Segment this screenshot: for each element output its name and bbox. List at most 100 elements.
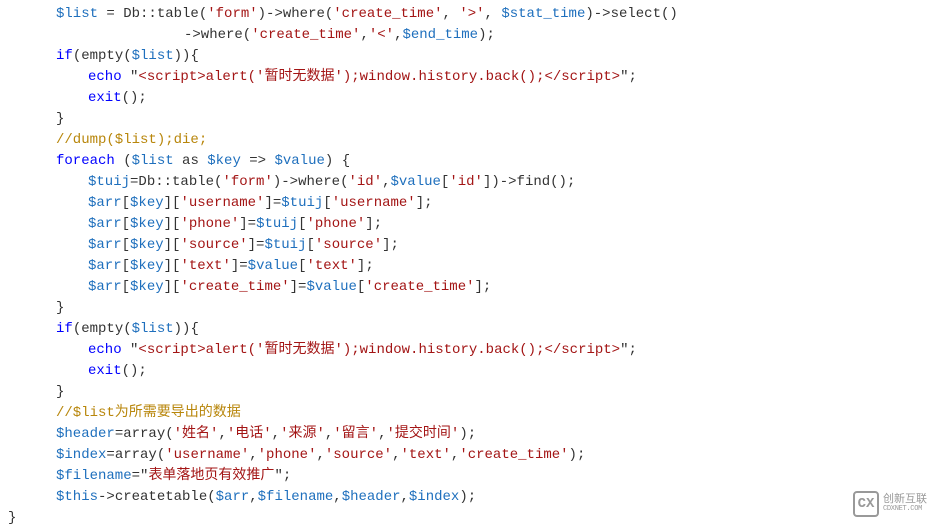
code-line: exit(); <box>8 361 949 382</box>
code-line: foreach ($list as $key => $value) { <box>8 151 949 172</box>
token-op: , <box>333 489 341 505</box>
token-str: '提交时间' <box>387 426 460 442</box>
token-op: , <box>401 489 409 505</box>
code-line: $arr[$key]['create_time']=$value['create… <box>8 277 949 298</box>
token-op: ( <box>115 153 132 169</box>
token-var: $filename <box>258 489 334 505</box>
token-op: , <box>392 447 400 463</box>
token-kw-blue: exit <box>88 90 122 106</box>
token-kw-blue: exit <box>88 363 122 379</box>
code-line: } <box>8 109 949 130</box>
token-var: $key <box>130 216 164 232</box>
token-op: )->where( <box>273 174 349 190</box>
token-op: ]; <box>357 258 374 274</box>
token-op: =" <box>132 468 149 484</box>
token-op: , <box>378 426 386 442</box>
token-str: '>' <box>459 6 484 22</box>
token-var: $key <box>207 153 241 169</box>
token-comment-orange: //dump($list);die; <box>56 132 207 148</box>
token-str: 'form' <box>222 174 272 190</box>
token-op: } <box>8 510 16 526</box>
token-str: <script>alert('暂时无数据');window.history.ba… <box>138 342 620 358</box>
token-op: ); <box>459 489 476 505</box>
code-line: ->where('create_time','<',$end_time); <box>8 25 949 46</box>
code-line: $list = Db::table('form')->where('create… <box>8 4 949 25</box>
token-str: 'text' <box>180 258 230 274</box>
token-op: ][ <box>164 279 181 295</box>
token-str: 'text' <box>401 447 451 463</box>
token-var: $key <box>130 279 164 295</box>
token-var: $tuij <box>256 216 298 232</box>
token-op: as <box>174 153 208 169</box>
token-var: $value <box>306 279 356 295</box>
code-line: } <box>8 298 949 319</box>
token-str: 'phone' <box>180 216 239 232</box>
token-op: [ <box>122 216 130 232</box>
token-kw-blue: echo <box>88 342 122 358</box>
code-line: echo "<script>alert('暂时无数据');window.hist… <box>8 67 949 88</box>
token-op: ]; <box>365 216 382 232</box>
token-str: 'username' <box>165 447 249 463</box>
token-var: $arr <box>88 279 122 295</box>
token-op: [ <box>306 237 314 253</box>
token-var: $list <box>132 153 174 169</box>
token-var: $arr <box>88 195 122 211</box>
token-var: $key <box>130 195 164 211</box>
token-str: 'create_time' <box>333 6 442 22</box>
token-str: 'source' <box>315 237 382 253</box>
code-line: } <box>8 382 949 403</box>
token-var: $arr <box>88 216 122 232</box>
code-line: $filename="表单落地页有效推广"; <box>8 466 949 487</box>
token-var: $this <box>56 489 98 505</box>
token-str: <script>alert('暂时无数据');window.history.ba… <box>138 69 620 85</box>
token-op: => <box>241 153 275 169</box>
token-str: '<' <box>369 27 394 43</box>
token-var: $tuij <box>281 195 323 211</box>
token-op: ->createtable( <box>98 489 216 505</box>
token-op: [ <box>122 195 130 211</box>
token-op: =Db::table( <box>130 174 222 190</box>
token-op: ->where( <box>184 27 251 43</box>
token-str: 'text' <box>307 258 357 274</box>
code-line: $index=array('username','phone','source'… <box>8 445 949 466</box>
token-op: "; <box>620 342 637 358</box>
token-op: (empty( <box>73 321 132 337</box>
token-str: 'username' <box>180 195 264 211</box>
token-str: 'source' <box>180 237 247 253</box>
token-str: 'phone' <box>258 447 317 463</box>
token-op: , <box>360 27 368 43</box>
token-kw-blue: echo <box>88 69 122 85</box>
token-var: $list <box>56 6 98 22</box>
token-op: ]; <box>416 195 433 211</box>
token-var: $end_time <box>402 27 478 43</box>
token-str: 表单落地页有效推广 <box>148 468 274 484</box>
token-str: 'create_time' <box>180 279 289 295</box>
token-op: )){ <box>174 321 199 337</box>
token-var: $list <box>132 48 174 64</box>
code-line: if(empty($list)){ <box>8 319 949 340</box>
token-var: $arr <box>88 258 122 274</box>
token-op: ]= <box>239 216 256 232</box>
token-op: , <box>249 489 257 505</box>
token-op: ]= <box>264 195 281 211</box>
token-str: '电话' <box>227 426 272 442</box>
token-op: ][ <box>164 216 181 232</box>
code-line: $header=array('姓名','电话','来源','留言','提交时间'… <box>8 424 949 445</box>
token-str: 'id' <box>348 174 382 190</box>
token-op: ]= <box>231 258 248 274</box>
code-block: $list = Db::table('form')->where('create… <box>0 4 949 529</box>
token-op: [ <box>122 237 130 253</box>
token-op: )->where( <box>258 6 334 22</box>
token-op: [ <box>122 258 130 274</box>
token-str: 'create_time' <box>251 27 360 43</box>
token-op: [ <box>323 195 331 211</box>
token-op: )->select() <box>585 6 677 22</box>
token-op: ])->find(); <box>483 174 575 190</box>
token-op: ) { <box>325 153 350 169</box>
token-kw-blue: if <box>56 48 73 64</box>
token-op: ]; <box>475 279 492 295</box>
token-str: 'username' <box>332 195 416 211</box>
token-str: '留言' <box>333 426 378 442</box>
token-op: [ <box>122 279 130 295</box>
token-op: ]= <box>290 279 307 295</box>
